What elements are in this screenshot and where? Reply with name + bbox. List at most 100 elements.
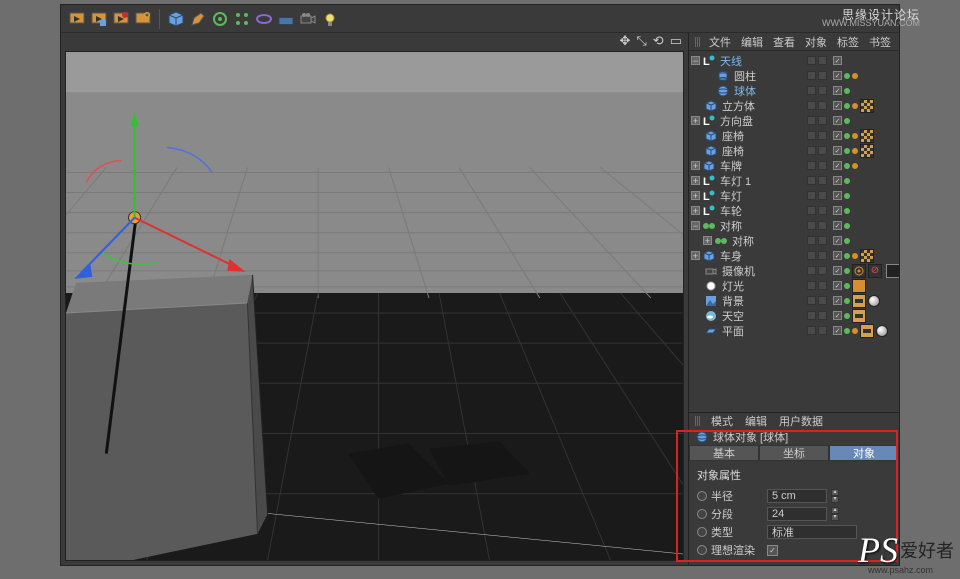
layer-dot[interactable] xyxy=(852,328,858,334)
tree-item-label[interactable]: 方向盘 xyxy=(718,113,753,129)
enable-checkbox[interactable]: ✓ xyxy=(833,56,842,65)
layer-dot[interactable] xyxy=(844,238,850,244)
expander[interactable]: + xyxy=(691,116,700,125)
tree-item-label[interactable]: 车牌 xyxy=(718,158,742,174)
material-tag-icon[interactable] xyxy=(868,295,880,307)
layer-dot[interactable] xyxy=(844,328,850,334)
tab-view[interactable]: 查看 xyxy=(771,34,797,50)
tree-item-label[interactable]: 车灯 1 xyxy=(718,173,751,189)
expander[interactable]: − xyxy=(691,56,700,65)
ideal-checkbox[interactable]: ✓ xyxy=(767,545,778,556)
layer-dot[interactable] xyxy=(844,268,850,274)
expander[interactable]: + xyxy=(691,176,700,185)
enable-checkbox[interactable]: ✓ xyxy=(833,221,842,230)
tree-item-label[interactable]: 平面 xyxy=(720,323,744,339)
visibility-toggles[interactable] xyxy=(807,71,827,80)
layer-dot[interactable] xyxy=(844,103,850,109)
tab-obj-active[interactable]: 对象 xyxy=(829,445,899,461)
compositing-tag-icon[interactable] xyxy=(852,309,866,323)
viewport[interactable] xyxy=(65,51,684,561)
layer-dot[interactable] xyxy=(844,148,850,154)
nav-frame-icon[interactable]: ▭ xyxy=(670,33,682,49)
enable-checkbox[interactable]: ✓ xyxy=(833,71,842,80)
visibility-toggles[interactable] xyxy=(807,101,827,110)
tab-file[interactable]: 文件 xyxy=(707,34,733,50)
radius-input[interactable] xyxy=(767,489,827,503)
tree-item-label[interactable]: 立方体 xyxy=(720,98,755,114)
spinner[interactable]: ▴▾ xyxy=(831,489,839,503)
visibility-toggles[interactable] xyxy=(807,221,827,230)
enable-checkbox[interactable]: ✓ xyxy=(833,281,842,290)
layer-dot[interactable] xyxy=(852,163,858,169)
expander[interactable]: + xyxy=(691,206,700,215)
deformer-button[interactable] xyxy=(254,9,274,29)
light-button[interactable] xyxy=(320,9,340,29)
layer-dot[interactable] xyxy=(852,103,858,109)
expander[interactable]: + xyxy=(703,236,712,245)
nav-zoom-icon[interactable]: ⤡ xyxy=(636,33,646,49)
visibility-toggles[interactable] xyxy=(807,311,827,320)
tab-bookmark[interactable]: 书签 xyxy=(867,34,893,50)
radio-icon[interactable] xyxy=(697,527,707,537)
layer-dot[interactable] xyxy=(844,88,850,94)
floor-button[interactable] xyxy=(276,9,296,29)
tab-object[interactable]: 对象 xyxy=(803,34,829,50)
tab-tag[interactable]: 标签 xyxy=(835,34,861,50)
render-region-button[interactable] xyxy=(89,9,109,29)
texture-tag-icon[interactable] xyxy=(860,99,874,113)
tree-item-label[interactable]: 对称 xyxy=(718,218,742,234)
nav-move-icon[interactable]: ✥ xyxy=(619,33,630,49)
visibility-toggles[interactable] xyxy=(807,191,827,200)
tree-item-label[interactable]: 摄像机 xyxy=(720,263,755,279)
visibility-toggles[interactable] xyxy=(807,296,827,305)
nurbs-button[interactable] xyxy=(210,9,230,29)
layer-dot[interactable] xyxy=(852,148,858,154)
array-button[interactable] xyxy=(232,9,252,29)
visibility-toggles[interactable] xyxy=(807,206,827,215)
tab-basic[interactable]: 基本 xyxy=(689,445,759,461)
expander[interactable]: + xyxy=(691,191,700,200)
attr-userdata[interactable]: 用户数据 xyxy=(777,413,825,429)
visibility-toggles[interactable] xyxy=(807,326,827,335)
enable-checkbox[interactable]: ✓ xyxy=(833,251,842,260)
compositing-tag-icon[interactable] xyxy=(860,324,874,338)
enable-checkbox[interactable]: ✓ xyxy=(833,206,842,215)
type-select[interactable] xyxy=(767,525,857,539)
visibility-toggles[interactable] xyxy=(807,116,827,125)
object-tree[interactable]: −L天线✓圆柱✓球体✓立方体✓+L方向盘✓座椅✓座椅✓+车牌✓+L车灯 1✓+L… xyxy=(689,51,899,412)
radio-icon[interactable] xyxy=(697,545,707,555)
expander[interactable]: − xyxy=(691,221,700,230)
layer-dot[interactable] xyxy=(852,73,858,79)
enable-checkbox[interactable]: ✓ xyxy=(833,236,842,245)
tab-edit[interactable]: 编辑 xyxy=(739,34,765,50)
enable-checkbox[interactable]: ✓ xyxy=(833,146,842,155)
tree-item-label[interactable]: 球体 xyxy=(732,83,756,99)
texture-tag-icon[interactable] xyxy=(860,249,874,263)
compositing-tag-icon[interactable] xyxy=(852,294,866,308)
segments-input[interactable] xyxy=(767,507,827,521)
enable-checkbox[interactable]: ✓ xyxy=(833,116,842,125)
layer-dot[interactable] xyxy=(852,253,858,259)
texture-tag-icon[interactable] xyxy=(860,144,874,158)
visibility-toggles[interactable] xyxy=(807,161,827,170)
tree-item-label[interactable]: 座椅 xyxy=(720,128,744,144)
enable-checkbox[interactable]: ✓ xyxy=(833,296,842,305)
layer-dot[interactable] xyxy=(844,283,850,289)
expander[interactable]: + xyxy=(691,161,700,170)
tree-item-label[interactable]: 灯光 xyxy=(720,278,744,294)
visibility-toggles[interactable] xyxy=(807,251,827,260)
render-pv-button[interactable] xyxy=(111,9,131,29)
tree-item-label[interactable]: 天空 xyxy=(720,308,744,324)
orange-tag-icon[interactable] xyxy=(852,279,866,293)
enable-checkbox[interactable]: ✓ xyxy=(833,161,842,170)
tree-item-label[interactable]: 对称 xyxy=(730,233,754,249)
tree-item-label[interactable]: 天线 xyxy=(718,53,742,69)
layer-dot[interactable] xyxy=(844,253,850,259)
tree-item-label[interactable]: 车灯 xyxy=(718,188,742,204)
radio-icon[interactable] xyxy=(697,491,707,501)
layer-dot[interactable] xyxy=(844,208,850,214)
target-tag-icon[interactable] xyxy=(852,264,866,278)
visibility-toggles[interactable] xyxy=(807,131,827,140)
pen-button[interactable] xyxy=(188,9,208,29)
cube-button[interactable] xyxy=(166,9,186,29)
